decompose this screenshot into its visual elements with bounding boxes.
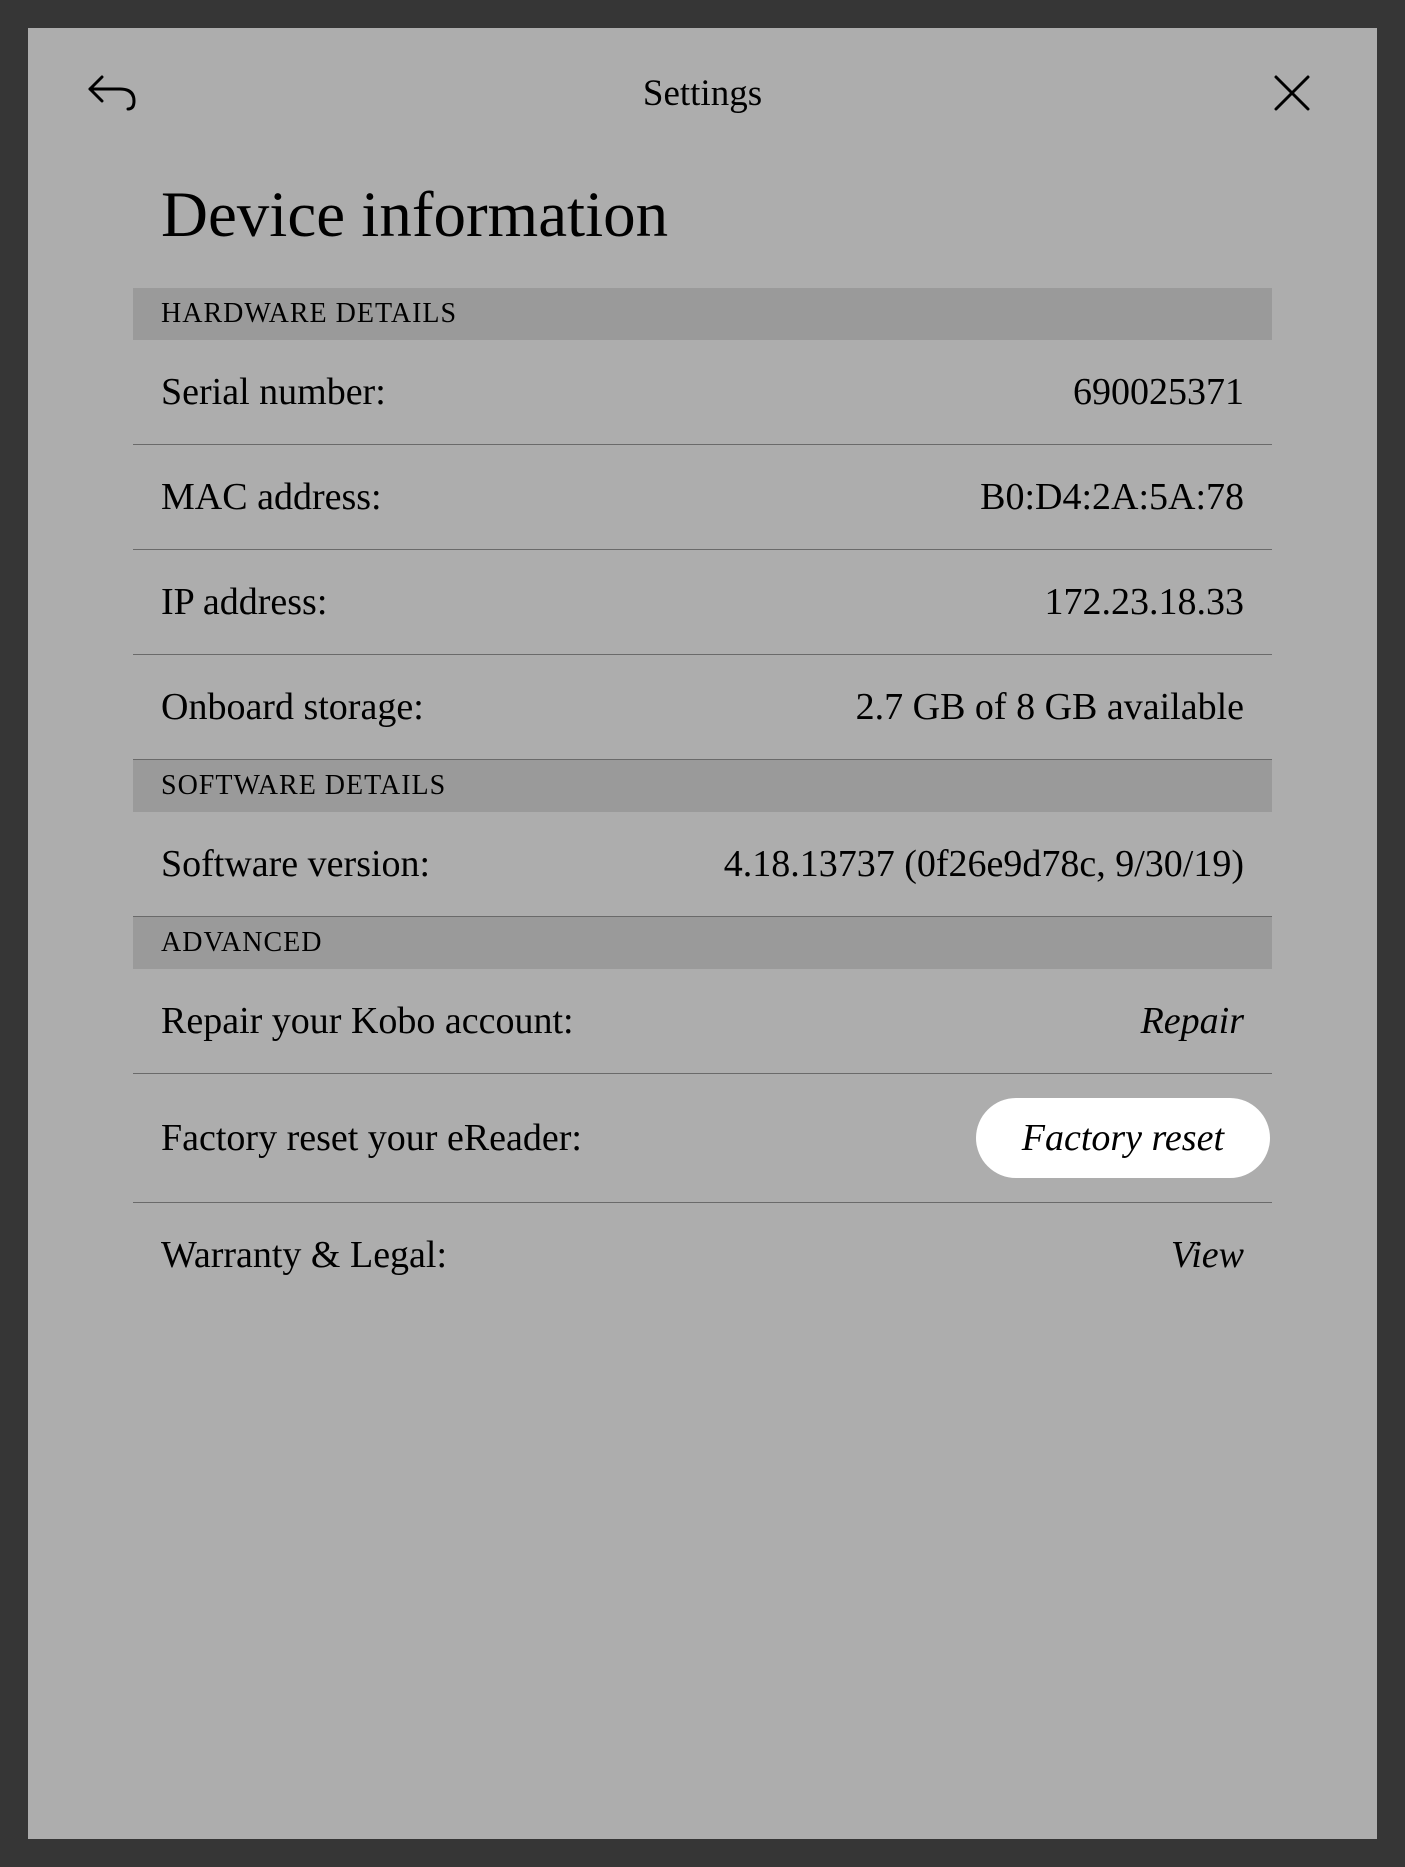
repair-label: Repair your Kobo account: (161, 999, 574, 1043)
close-icon[interactable] (1267, 68, 1317, 118)
header-title: Settings (138, 72, 1267, 115)
serial-number-label: Serial number: (161, 370, 386, 414)
software-section-header: SOFTWARE DETAILS (133, 760, 1272, 812)
mac-address-label: MAC address: (161, 475, 382, 519)
warranty-label: Warranty & Legal: (161, 1233, 447, 1277)
warranty-row: Warranty & Legal: View (133, 1203, 1272, 1307)
serial-number-row: Serial number: 690025371 (133, 340, 1272, 445)
content-area: Device information HARDWARE DETAILS Seri… (28, 148, 1377, 1839)
mac-address-row: MAC address: B0:D4:2A:5A:78 (133, 445, 1272, 550)
ip-address-value: 172.23.18.33 (1045, 580, 1245, 624)
ip-address-row: IP address: 172.23.18.33 (133, 550, 1272, 655)
page-title: Device information (133, 178, 1272, 253)
storage-value: 2.7 GB of 8 GB available (856, 685, 1244, 729)
factory-reset-label: Factory reset your eReader: (161, 1116, 582, 1160)
software-version-value: 4.18.13737 (0f26e9d78c, 9/30/19) (724, 842, 1244, 886)
factory-reset-button[interactable]: Factory reset (982, 1104, 1264, 1172)
hardware-section-header: HARDWARE DETAILS (133, 288, 1272, 340)
ip-address-label: IP address: (161, 580, 327, 624)
storage-label: Onboard storage: (161, 685, 424, 729)
repair-button[interactable]: Repair (1141, 999, 1244, 1043)
settings-screen: Settings Device information HARDWARE DET… (28, 28, 1377, 1839)
view-warranty-button[interactable]: View (1171, 1233, 1244, 1277)
factory-reset-row: Factory reset your eReader: Factory rese… (133, 1074, 1272, 1203)
mac-address-value: B0:D4:2A:5A:78 (980, 475, 1244, 519)
software-version-label: Software version: (161, 842, 430, 886)
serial-number-value: 690025371 (1073, 370, 1244, 414)
advanced-section-header: ADVANCED (133, 917, 1272, 969)
software-version-row: Software version: 4.18.13737 (0f26e9d78c… (133, 812, 1272, 917)
storage-row: Onboard storage: 2.7 GB of 8 GB availabl… (133, 655, 1272, 760)
repair-row: Repair your Kobo account: Repair (133, 969, 1272, 1074)
back-icon[interactable] (88, 68, 138, 118)
header-bar: Settings (28, 28, 1377, 148)
